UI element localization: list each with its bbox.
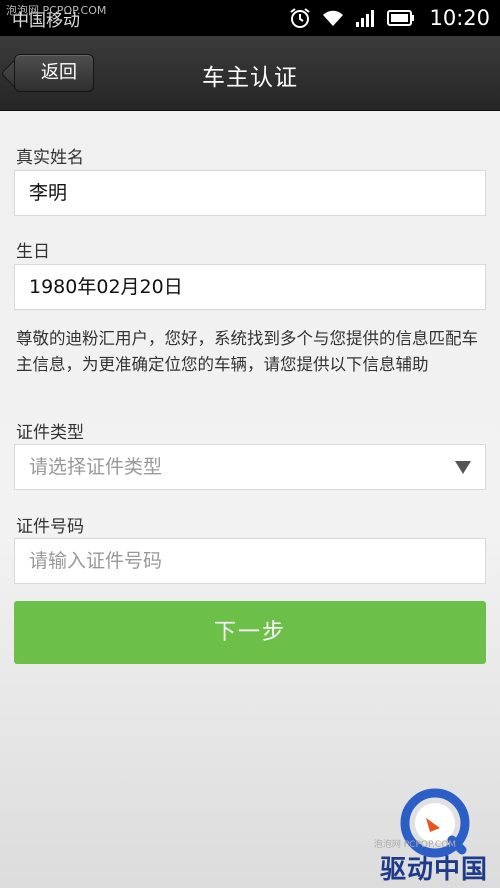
watermark-brand: 驱动中国 [379,855,488,885]
id-type-placeholder: 请选择证件类型 [29,456,163,478]
status-bar: 中国移动 泡泡网 PCPOP.COM 10:20 [0,0,500,36]
id-number-label: 证件号码 [16,517,84,537]
name-field[interactable]: 李明 [14,170,486,216]
wifi-icon [323,10,344,26]
signal-icon [356,10,375,27]
id-number-input[interactable]: 请输入证件号码 [14,538,486,584]
dropdown-arrow-icon [455,461,471,474]
app-header: 返回 车主认证 [0,36,500,111]
battery-icon [387,10,415,26]
status-time: 10:20 [429,6,490,30]
watermark-top: 泡泡网 PCPOP.COM [6,4,107,17]
next-button[interactable]: 下一步 [14,601,486,664]
id-type-select[interactable]: 请选择证件类型 [14,444,486,490]
birthday-label: 生日 [16,242,50,262]
alarm-icon [290,8,311,28]
name-label: 真实姓名 [16,148,84,168]
id-type-label: 证件类型 [16,423,84,443]
notice-text: 尊敬的迪粉汇用户，您好，系统找到多个与您提供的信息匹配车主信息，为更准确定位您的… [16,329,478,374]
status-icons: 10:20 [289,4,490,32]
birthday-field[interactable]: 1980年02月20日 [14,264,486,310]
back-button[interactable]: 返回 [14,54,94,92]
